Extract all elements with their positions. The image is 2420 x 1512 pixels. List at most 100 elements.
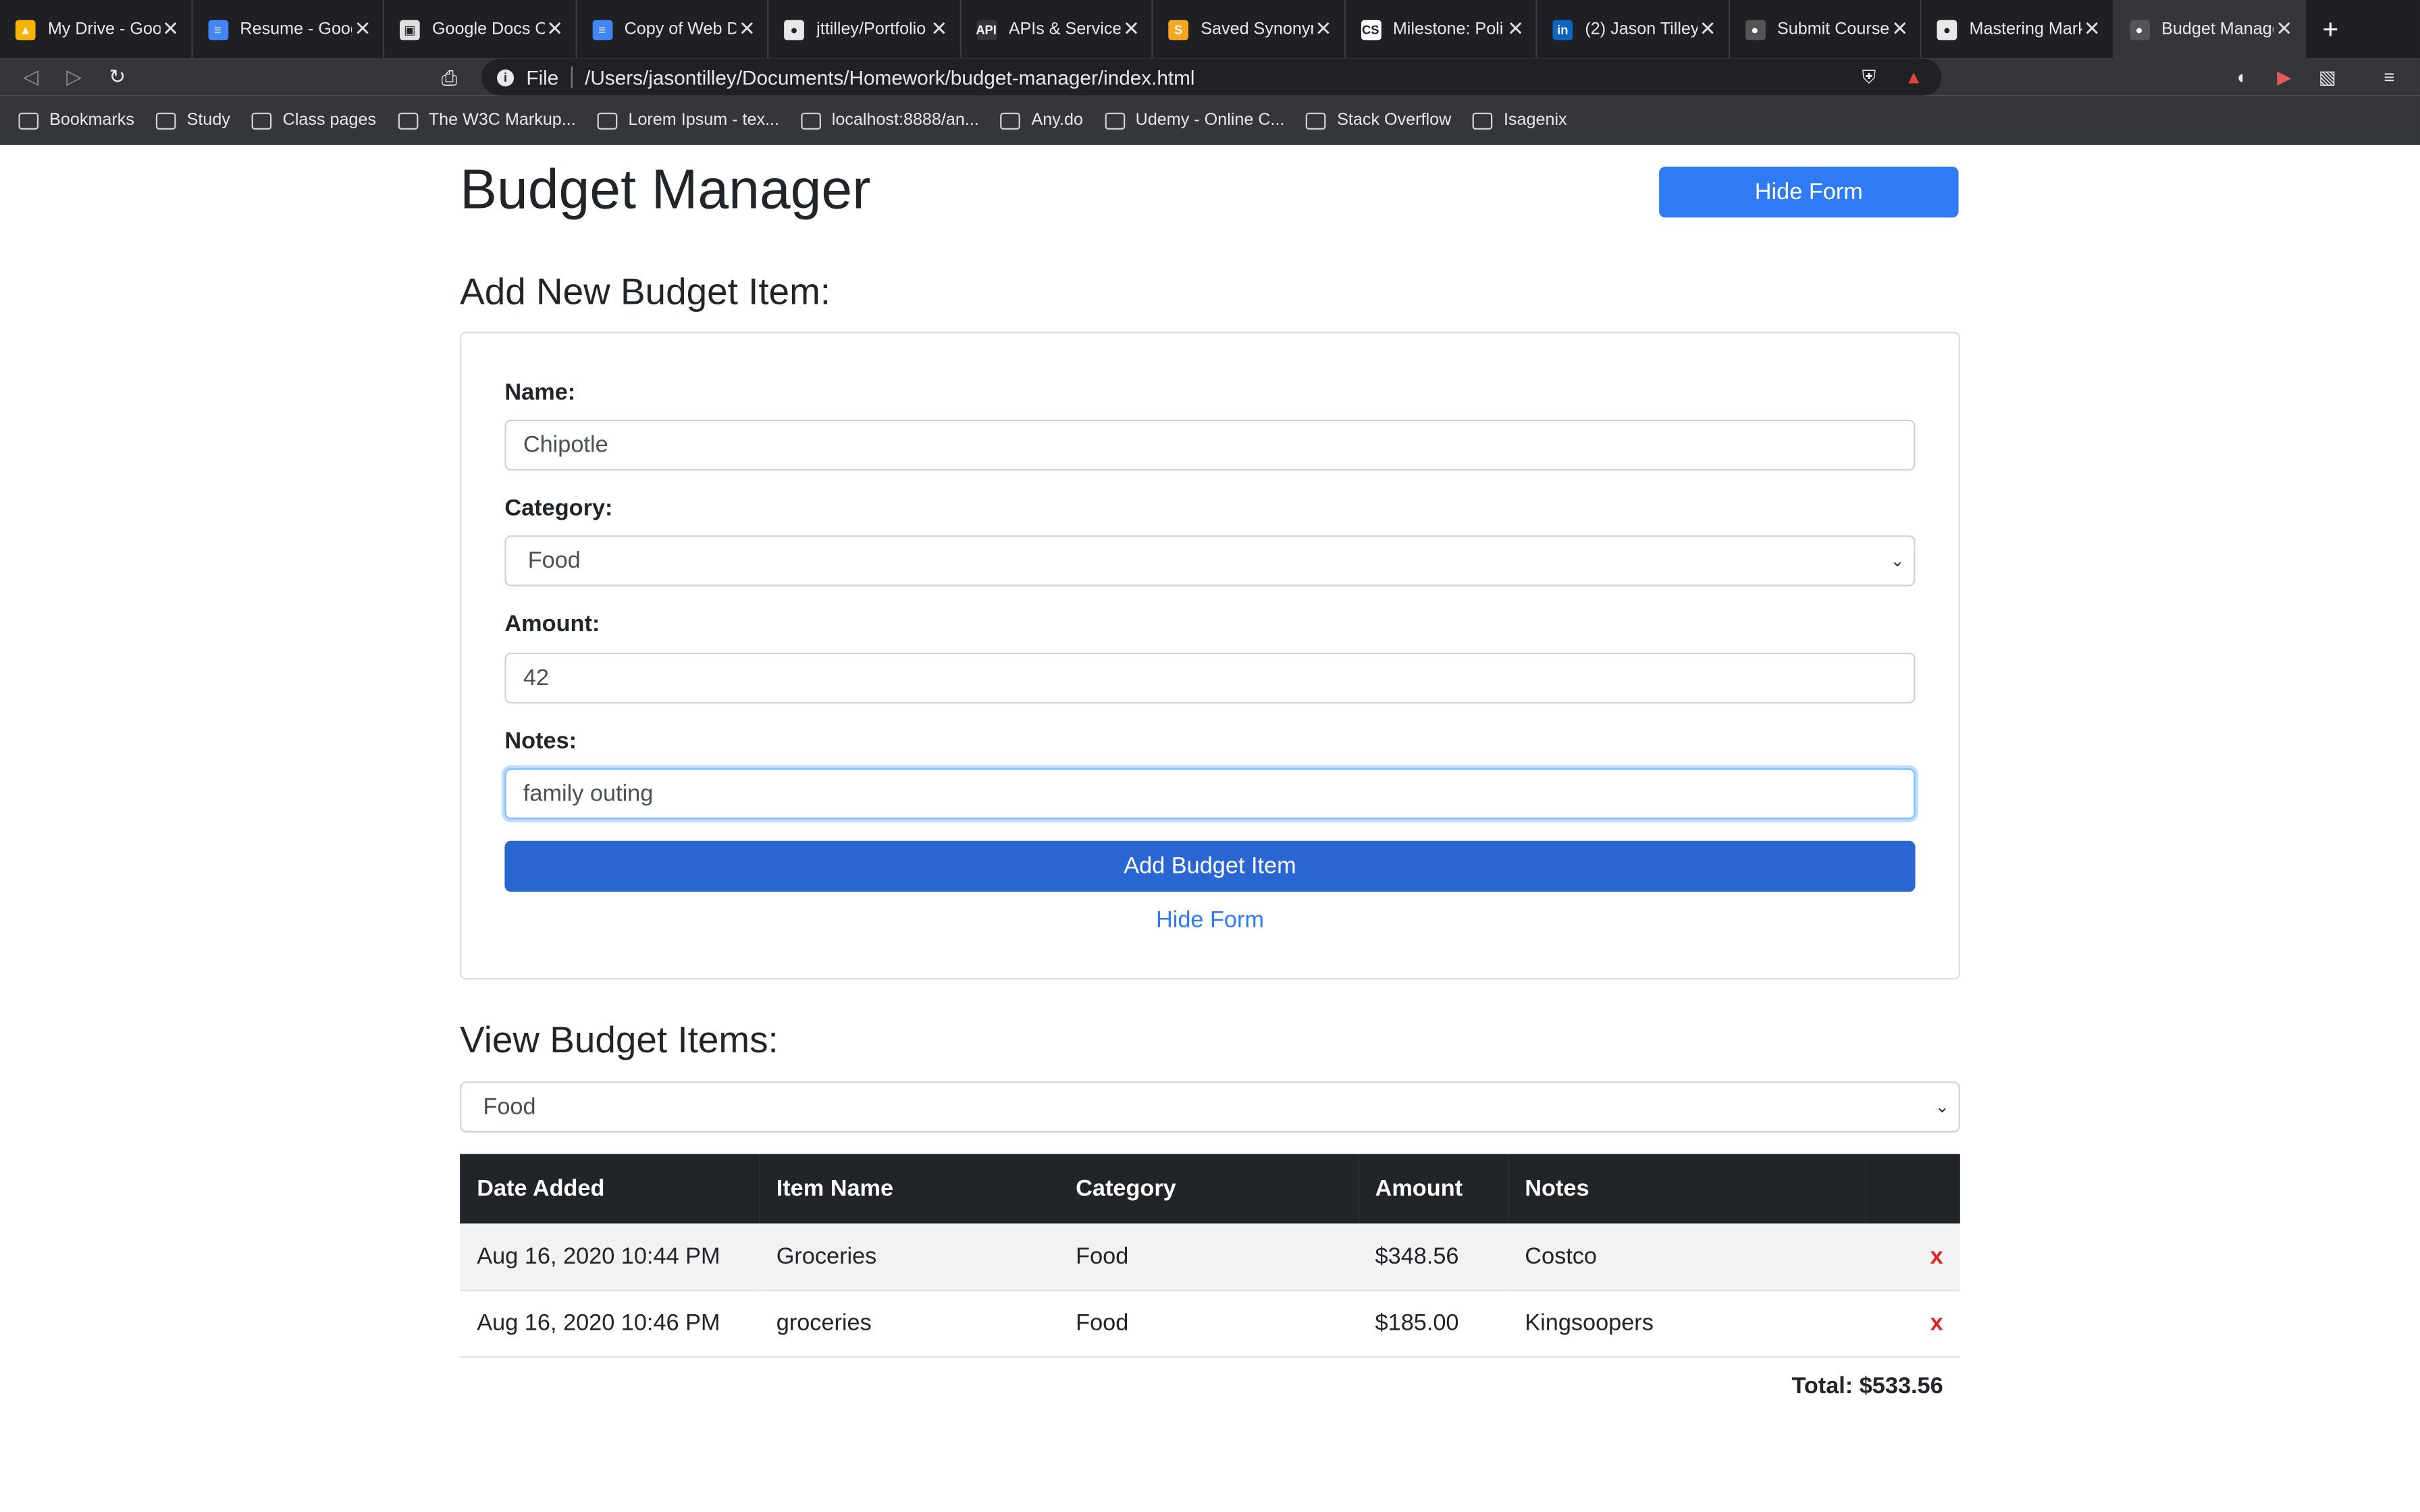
close-tab-icon[interactable]: ✕ — [928, 17, 950, 42]
tab-favicon-icon: ≡ — [207, 19, 228, 40]
table-row: Aug 16, 2020 10:44 PM Groceries Food $348.5… — [460, 1223, 1960, 1291]
delete-item-button[interactable]: x — [1866, 1289, 1960, 1357]
bookmark-star-icon[interactable]: ⎙ — [442, 66, 458, 91]
table-row: Aug 16, 2020 10:46 PM groceries Food $185.0… — [460, 1289, 1960, 1357]
bookmark-item[interactable]: Udemy - Online C... — [1104, 111, 1285, 130]
back-icon[interactable]: ◁ — [9, 65, 53, 90]
forward-icon[interactable]: ▷ — [53, 65, 96, 90]
close-tab-icon[interactable]: ✕ — [2273, 17, 2295, 42]
address-bar[interactable]: i File /Users/jasontilley/Documents/Home… — [481, 58, 1942, 96]
bookmark-item[interactable]: Study — [155, 111, 230, 130]
browser-tab[interactable]: S Saved Synonym ✕ — [1153, 0, 1345, 59]
tab-favicon-icon: ≡ — [591, 19, 612, 40]
bookmarks-bar: Bookmarks Study Class pages The W3C Markup.… — [0, 95, 2420, 145]
tab-title: Milestone: Poli — [1392, 20, 1504, 39]
bookmark-label: Udemy - Online C... — [1135, 111, 1285, 130]
delete-item-button[interactable]: x — [1866, 1223, 1960, 1291]
column-header: Category — [1058, 1154, 1359, 1224]
close-tab-icon[interactable]: ✕ — [160, 17, 182, 42]
chevron-down-icon: ⌄ — [1935, 1098, 1949, 1117]
browser-tab[interactable]: ● Budget Manage ✕ — [2113, 0, 2306, 59]
hide-form-link[interactable]: Hide Form — [461, 907, 1958, 934]
browser-tab[interactable]: ● Mastering Mark ✕ — [1922, 0, 2114, 59]
close-tab-icon[interactable]: ✕ — [1313, 17, 1334, 42]
bookmark-folder-icon — [251, 111, 272, 129]
category-select[interactable]: Food ⌄ — [504, 535, 1916, 587]
bookmark-item[interactable]: The W3C Markup... — [398, 111, 576, 130]
category-filter-select[interactable]: Food ⌄ — [460, 1081, 1960, 1133]
close-tab-icon[interactable]: ✕ — [1120, 17, 1142, 42]
tab-favicon-icon: ▲ — [15, 19, 36, 40]
bookmark-folder-icon — [1306, 111, 1327, 129]
bookmark-item[interactable]: Stack Overflow — [1306, 111, 1451, 130]
cell-name: groceries — [759, 1289, 1059, 1357]
browser-tab[interactable]: ▣ Google Docs O ✕ — [384, 0, 577, 59]
browser-tab[interactable]: ● jttilley/Portfolio ✕ — [768, 0, 961, 59]
bookmark-folder-icon — [1473, 111, 1493, 129]
tab-title: My Drive - Goo — [47, 20, 160, 39]
browser-tab[interactable]: ≡ Copy of Web D ✕ — [577, 0, 769, 59]
bookmark-label: localhost:8888/an... — [831, 111, 979, 130]
cell-date: Aug 16, 2020 10:44 PM — [460, 1223, 760, 1291]
bookmark-label: The W3C Markup... — [428, 111, 576, 130]
column-header: Item Name — [759, 1154, 1059, 1224]
new-tab-button[interactable]: + — [2306, 0, 2355, 59]
bookmark-folder-icon — [597, 111, 618, 129]
browser-tab[interactable]: in (2) Jason Tilley ✕ — [1537, 0, 1730, 59]
bookmark-item[interactable]: Isagenix — [1473, 111, 1567, 130]
notes-input[interactable]: family outing — [504, 768, 1916, 819]
browser-tab[interactable]: API APIs & Services ✕ — [961, 0, 1153, 59]
bookmark-item[interactable]: localhost:8888/an... — [801, 111, 979, 130]
browser-tab[interactable]: ● Submit Course ✕ — [1729, 0, 1922, 59]
address-scheme: File — [526, 65, 559, 89]
bookmark-item[interactable]: Bookmarks — [18, 111, 134, 130]
bookmark-item[interactable]: Class pages — [251, 111, 376, 130]
tab-title: Copy of Web D — [624, 20, 737, 39]
close-tab-icon[interactable]: ✕ — [1505, 17, 1527, 42]
tab-title: Submit Course — [1777, 20, 1889, 39]
cell-category: Food — [1058, 1289, 1359, 1357]
extension-puzzle-icon[interactable]: ▧ — [2315, 65, 2340, 90]
close-tab-icon[interactable]: ✕ — [352, 17, 373, 42]
bookmark-folder-icon — [155, 111, 176, 129]
menu-icon[interactable]: ≡ — [2377, 65, 2402, 90]
extension-icon[interactable]: ◐ — [2230, 65, 2255, 90]
browser-tab[interactable]: CS Milestone: Poli ✕ — [1345, 0, 1537, 59]
bookmark-label: Study — [186, 111, 230, 130]
browser-tab-strip: ▲ My Drive - Goo ✕ ≡ Resume - Goog ✕ ▣ Google D… — [0, 0, 2420, 59]
close-tab-icon[interactable]: ✕ — [1697, 17, 1718, 42]
reload-icon[interactable]: ↻ — [96, 65, 139, 90]
cell-category: Food — [1058, 1223, 1359, 1291]
bookmark-label: Lorem Ipsum - tex... — [628, 111, 780, 130]
close-tab-icon[interactable]: ✕ — [544, 17, 566, 42]
amount-input[interactable]: 42 — [504, 652, 1916, 704]
bookmark-folder-icon — [1104, 111, 1125, 129]
table-body: Aug 16, 2020 10:44 PM Groceries Food $348.5… — [460, 1223, 1960, 1357]
close-tab-icon[interactable]: ✕ — [736, 17, 758, 42]
extension-record-icon[interactable]: ▶ — [2272, 65, 2297, 90]
browser-tab[interactable]: ≡ Resume - Goog ✕ — [192, 0, 385, 59]
brave-rewards-icon[interactable]: ▲ — [1901, 65, 1926, 90]
site-info-icon[interactable]: i — [496, 68, 515, 86]
cell-name: Groceries — [759, 1223, 1059, 1291]
tab-favicon-icon: S — [1168, 19, 1188, 40]
tab-title: jttilley/Portfolio — [816, 20, 926, 39]
total-amount: Total: $533.56 — [1791, 1373, 1943, 1400]
brave-shield-icon[interactable]: ⛨ — [1857, 65, 1882, 90]
tab-title: Mastering Mark — [1969, 20, 2082, 39]
bookmark-item[interactable]: Any.do — [1000, 111, 1083, 130]
bookmark-folder-icon — [18, 111, 39, 129]
amount-label: Amount: — [504, 611, 600, 637]
name-input[interactable]: Chipotle — [504, 419, 1916, 471]
add-item-form: Name: Chipotle Category: Food ⌄ Amount: 4… — [460, 331, 1960, 980]
budget-manager-page: Budget Manager Hide Form Add New Budget … — [460, 145, 1960, 1512]
name-label: Name: — [504, 379, 576, 406]
category-value: Food — [527, 547, 581, 574]
cell-notes: Costco — [1508, 1223, 1866, 1291]
close-tab-icon[interactable]: ✕ — [1889, 17, 1911, 42]
bookmark-item[interactable]: Lorem Ipsum - tex... — [597, 111, 780, 130]
close-tab-icon[interactable]: ✕ — [2081, 17, 2103, 42]
browser-tab[interactable]: ▲ My Drive - Goo ✕ — [0, 0, 192, 59]
hide-form-button[interactable]: Hide Form — [1659, 166, 1959, 218]
add-budget-item-button[interactable]: Add Budget Item — [504, 840, 1916, 892]
